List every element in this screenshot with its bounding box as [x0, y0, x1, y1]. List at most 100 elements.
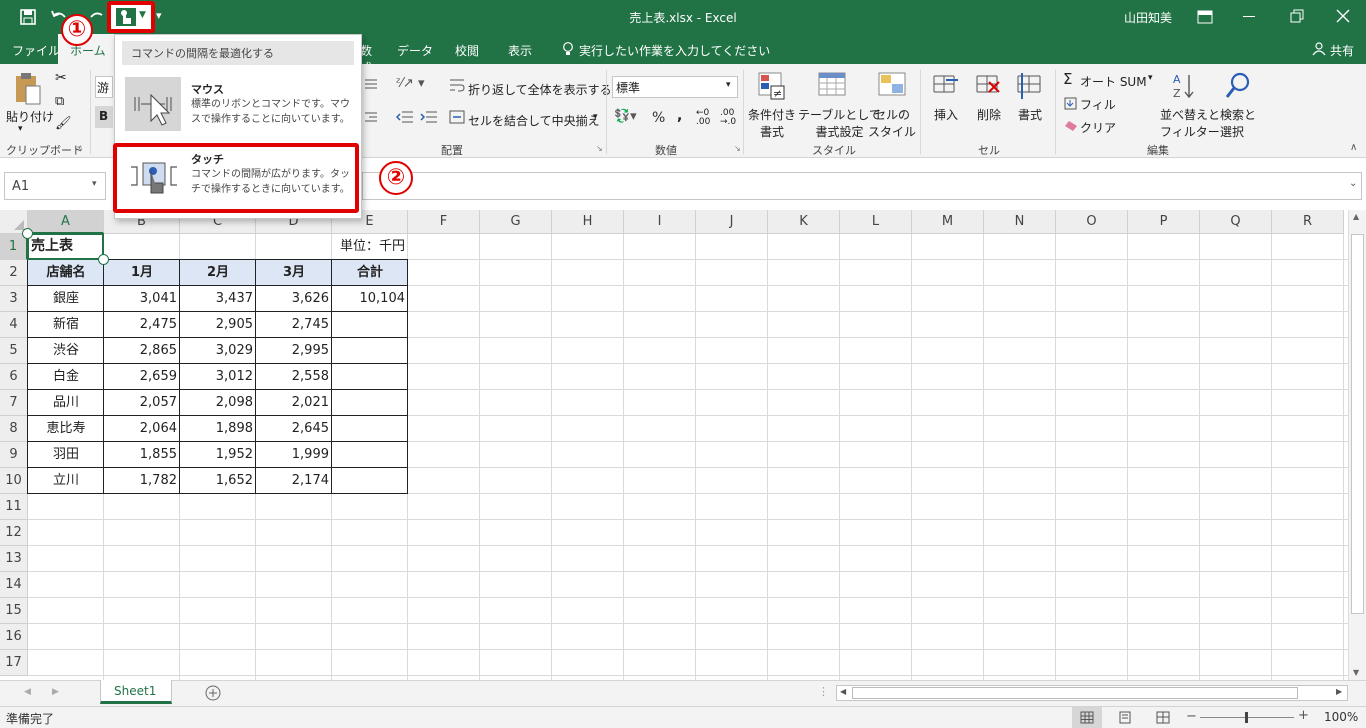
value-cell[interactable]: 1,782 — [104, 468, 180, 494]
row-header[interactable]: 6 — [0, 364, 28, 390]
row-header[interactable]: 17 — [0, 650, 28, 676]
clear-button[interactable]: クリア — [1080, 119, 1116, 136]
format-button[interactable]: 書式 — [1018, 106, 1042, 123]
row-header[interactable]: 8 — [0, 416, 28, 442]
table-header-cell[interactable]: 2月 — [180, 260, 256, 286]
value-cell[interactable] — [332, 312, 408, 338]
scroll-left-icon[interactable]: ◀ — [840, 687, 846, 696]
formula-input[interactable] — [362, 172, 1362, 200]
value-cell[interactable]: 2,995 — [256, 338, 332, 364]
value-cell[interactable]: 2,645 — [256, 416, 332, 442]
launcher-icon[interactable]: ↘ — [734, 144, 741, 153]
column-header[interactable]: R — [1272, 210, 1344, 234]
value-cell[interactable]: 2,865 — [104, 338, 180, 364]
orientation-icon[interactable]: ᶻ⁄↗ ▾ — [396, 76, 424, 91]
value-cell[interactable]: 1,898 — [180, 416, 256, 442]
add-sheet-icon[interactable] — [205, 685, 221, 701]
value-cell[interactable] — [332, 442, 408, 468]
row-header[interactable]: 12 — [0, 520, 28, 546]
customize-qat-icon[interactable]: ▾ — [156, 9, 162, 22]
value-cell[interactable]: 2,098 — [180, 390, 256, 416]
chevron-down-icon[interactable]: ▾ — [1148, 73, 1153, 83]
value-cell[interactable] — [332, 416, 408, 442]
table-header-cell[interactable]: 3月 — [256, 260, 332, 286]
insert-button[interactable]: 挿入 — [934, 106, 958, 123]
autosum-button[interactable]: オート SUM — [1080, 73, 1147, 90]
zoom-level[interactable]: 100% — [1324, 710, 1358, 724]
paste-dropdown-icon[interactable]: ▾ — [18, 124, 23, 134]
chevron-down-icon[interactable]: ▾ — [92, 179, 97, 189]
unit-cell[interactable]: 単位：千円 — [256, 234, 408, 260]
minimize-icon[interactable] — [1243, 16, 1255, 17]
value-cell[interactable]: 3,626 — [256, 286, 332, 312]
share-button[interactable]: 共有 — [1330, 42, 1354, 59]
currency-format-icon[interactable]: 💱▾ — [614, 109, 637, 124]
zoom-out-icon[interactable]: − — [1186, 709, 1197, 724]
row-header[interactable]: 10 — [0, 468, 28, 494]
vertical-scrollbar[interactable]: ▲ ▼ — [1348, 210, 1366, 680]
value-cell[interactable]: 2,558 — [256, 364, 332, 390]
cell-styles-icon[interactable] — [878, 72, 906, 100]
launcher-icon[interactable]: ↘ — [596, 144, 603, 153]
save-icon[interactable] — [20, 9, 36, 25]
wrap-text-button[interactable]: 折り返して全体を表示する — [468, 81, 612, 98]
autosum-icon[interactable]: Σ — [1063, 70, 1072, 88]
user-name[interactable]: 山田知美 — [1124, 9, 1172, 26]
cell-styles-button[interactable]: セルの スタイル — [868, 106, 916, 140]
launcher-icon[interactable]: ↘ — [76, 144, 83, 153]
tell-me-input[interactable]: 実行したい作業を入力してください — [579, 42, 770, 59]
merge-center-icon[interactable] — [449, 110, 465, 124]
delete-button[interactable]: 削除 — [977, 106, 1001, 123]
value-cell[interactable] — [332, 390, 408, 416]
column-header[interactable]: A — [28, 210, 104, 234]
horizontal-scroll-thumb[interactable] — [852, 687, 1298, 699]
person-icon[interactable] — [1312, 42, 1326, 56]
store-name-cell[interactable]: 羽田 — [28, 442, 104, 468]
page-break-icon[interactable] — [1156, 711, 1170, 724]
store-name-cell[interactable]: 恵比寿 — [28, 416, 104, 442]
cut-icon[interactable]: ✂ — [55, 70, 67, 86]
value-cell[interactable]: 2,745 — [256, 312, 332, 338]
tab-file[interactable]: ファイル — [12, 42, 60, 59]
selection-handle[interactable] — [22, 228, 33, 239]
find-search-icon[interactable] — [1225, 72, 1251, 100]
active-cell-selection[interactable] — [27, 233, 104, 260]
copy-icon[interactable]: ⧉ — [55, 94, 64, 109]
find-select-button[interactable]: 検索と 選択 — [1220, 106, 1256, 140]
column-header[interactable]: K — [768, 210, 840, 234]
row-header[interactable]: 9 — [0, 442, 28, 468]
column-header[interactable]: N — [984, 210, 1056, 234]
value-cell[interactable]: 10,104 — [332, 286, 408, 312]
collapse-ribbon-icon[interactable]: ∧ — [1350, 142, 1357, 153]
column-header[interactable]: Q — [1200, 210, 1272, 234]
store-name-cell[interactable]: 立川 — [28, 468, 104, 494]
conditional-format-icon[interactable]: ≠ — [758, 72, 786, 100]
format-painter-icon[interactable]: 🖌 — [55, 116, 72, 131]
selection-handle[interactable] — [98, 254, 109, 265]
value-cell[interactable] — [332, 338, 408, 364]
wrap-text-icon[interactable] — [449, 78, 465, 93]
percent-style-icon[interactable]: % — [652, 110, 665, 126]
align-right-icon[interactable] — [364, 111, 378, 123]
fill-button[interactable]: フィル — [1080, 96, 1116, 113]
column-header[interactable]: J — [696, 210, 768, 234]
column-header[interactable]: O — [1056, 210, 1128, 234]
value-cell[interactable]: 1,999 — [256, 442, 332, 468]
increase-indent-icon[interactable] — [420, 110, 438, 124]
merge-center-button[interactable]: セルを結合して中央揃え — [468, 112, 600, 129]
value-cell[interactable]: 2,905 — [180, 312, 256, 338]
store-name-cell[interactable]: 白金 — [28, 364, 104, 390]
store-name-cell[interactable]: 銀座 — [28, 286, 104, 312]
row-header[interactable]: 11 — [0, 494, 28, 520]
column-header[interactable]: M — [912, 210, 984, 234]
close-icon[interactable] — [1336, 9, 1350, 23]
table-header-cell[interactable]: 1月 — [104, 260, 180, 286]
value-cell[interactable]: 2,659 — [104, 364, 180, 390]
worksheet-grid[interactable]: A B C D E F G H I J K L M N O P Q R 1 2 3 4 5 6 7 8 9 10 11 12 13 14 15 1… — [0, 210, 1366, 680]
align-top-icon[interactable] — [364, 78, 378, 90]
value-cell[interactable]: 2,174 — [256, 468, 332, 494]
table-header-cell[interactable]: 合計 — [332, 260, 408, 286]
clipboard-icon[interactable] — [14, 72, 42, 106]
format-as-table-icon[interactable] — [818, 72, 846, 100]
tab-data[interactable]: データ — [397, 42, 433, 59]
